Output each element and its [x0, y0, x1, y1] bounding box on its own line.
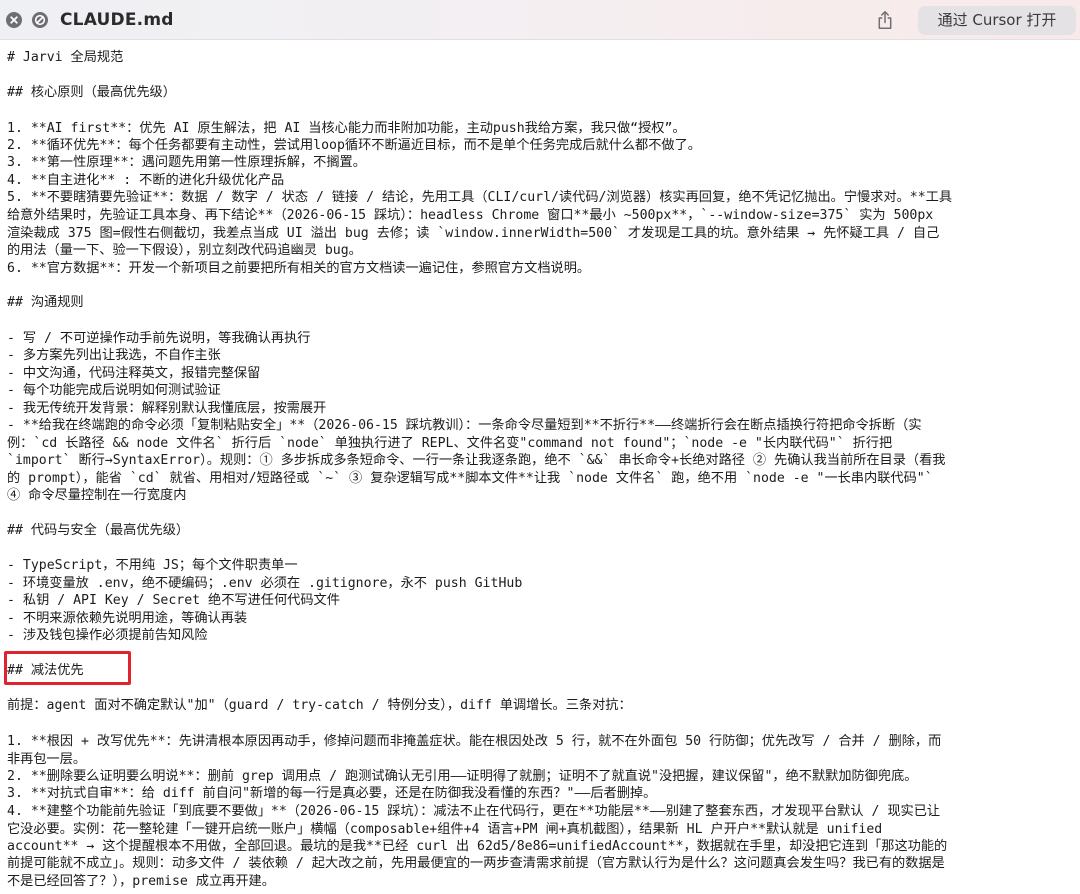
text-line: 1. **AI first**：优先 AI 原生解法，把 AI 当核心能力而非附… — [7, 121, 686, 136]
text-line: 前提：agent 面对不确定默认"加"（guard / try-catch / … — [7, 698, 632, 713]
text-line: 不是已经回答了？），premise 成立再开建。 — [7, 874, 275, 889]
heading-title: # Jarvi 全局规范 — [7, 50, 124, 65]
list-item: - 多方案先列出让我选，不自作主张 — [7, 348, 221, 363]
text-line: 的用法（量一下、验一下假设），别立刻改代码追幽灵 bug。 — [7, 243, 362, 258]
heading-subtraction-first: ## 减法优先 — [7, 663, 84, 678]
list-item: - **给我在终端跑的命令必须「复制粘贴安全」**（2026-06-15 踩坑教… — [7, 418, 922, 433]
text-line: 给意外结果时，先验证工具本身、再下结论**（2026-06-15 踩坑）：hea… — [7, 208, 934, 223]
text-line: 它没必要。实例：花一整轮建「一键开启统一账户」横幅（composable+组件+… — [7, 822, 883, 837]
list-item: - 中文沟通，代码注释英文，报错完整保留 — [7, 366, 261, 381]
list-item: - 环境变量放 .env，绝不硬编码；.env 必须在 .gitignore，永… — [7, 576, 523, 591]
text-line — [7, 890, 1075, 894]
open-with-cursor-button[interactable]: 通过 Cursor 打开 — [918, 6, 1076, 35]
list-item: - 每个功能完成后说明如何测试验证 — [7, 383, 221, 398]
text-line: 1. **根因 + 改写优先**：先讲清根本原因再动手，修掉问题而非掩盖症状。能… — [7, 734, 942, 749]
list-item: - 涉及钱包操作必须提前告知风险 — [7, 628, 208, 643]
text-line: account** → 这个提醒根本不用做，全部回退。最坑的是我**已经 cur… — [7, 839, 948, 854]
heading-communication: ## 沟通规则 — [7, 295, 84, 310]
text-line: 2. **循环优先**：每个任务都要有主动性，尝试用loop循环不断逼近目标，而… — [7, 138, 701, 153]
text-line: 4. **自主进化** : 不断的进化升级优化产品 — [7, 173, 285, 188]
text-line: 前提可能就不成立」。规则：动多文件 / 装依赖 / 起大改之前，先用最便宜的一两… — [7, 856, 945, 871]
text-line: 6. **官方数据**：开发一个新项目之前要把所有相关的官方文档读一遍记住，参照… — [7, 261, 591, 276]
text-line: 3. **对抗式自审**：给 diff 前自问"新增的每一行是真必要，还是在防御… — [7, 786, 657, 801]
window-title: CLAUDE.md — [60, 10, 174, 30]
text-line: 5. **不要瞎猜要先验证**：数据 / 数字 / 状态 / 链接 / 结论，先… — [7, 190, 953, 205]
markdown-content: # Jarvi 全局规范 ## 核心原则（最高优先级） 1. **AI firs… — [0, 40, 1080, 894]
list-item: - 私钥 / API Key / Secret 绝不写进任何代码文件 — [7, 593, 340, 608]
close-icon[interactable] — [6, 12, 22, 28]
text-line: 4. **建整个功能前先验证「到底要不要做」**（2026-06-15 踩坑）：… — [7, 804, 941, 819]
heading-code-security: ## 代码与安全（最高优先级） — [7, 523, 190, 538]
highlight-box — [4, 651, 131, 685]
share-button[interactable] — [870, 6, 900, 34]
list-item: - TypeScript，不用纯 JS；每个文件职责单一 — [7, 558, 298, 573]
text-line: 渲染裁成 375 图=假性右侧截切，我差点当成 UI 溢出 bug 去修；读 `… — [7, 226, 940, 241]
text-line: `import` 断行→SyntaxError）。规则：① 多步拆成多条短命令、… — [7, 453, 946, 468]
list-item: - 不明来源依赖先说明用途，等确认再装 — [7, 611, 248, 626]
title-bar: CLAUDE.md 通过 Cursor 打开 — [0, 0, 1080, 40]
text-line: 3. **第一性原理**：遇问题先用第一性原理拆解，不搁置。 — [7, 155, 366, 170]
no-entry-icon[interactable] — [32, 12, 48, 28]
text-line: 例：`cd 长路径 && node 文件名` 折行后 `node` 单独执行进了… — [7, 436, 893, 451]
text-line: 2. **删除要么证明要么明说**：删前 grep 调用点 / 跑测试确认无引用… — [7, 769, 918, 784]
text-line: ④ 命令尽量控制在一行宽度内 — [7, 488, 187, 503]
heading-core-principles: ## 核心原则（最高优先级） — [7, 85, 176, 100]
text-line: 非再包一层。 — [7, 752, 87, 767]
share-icon — [878, 11, 892, 29]
list-item: - 写 / 不可逆操作动手前先说明，等我确认再执行 — [7, 331, 311, 346]
text-line: 的 prompt），能省 `cd` 就省、用相对/短路径或 `~` ③ 复杂逻辑… — [7, 471, 933, 486]
list-item: - 我无传统开发背景：解释别默认我懂底层，按需展开 — [7, 401, 327, 416]
